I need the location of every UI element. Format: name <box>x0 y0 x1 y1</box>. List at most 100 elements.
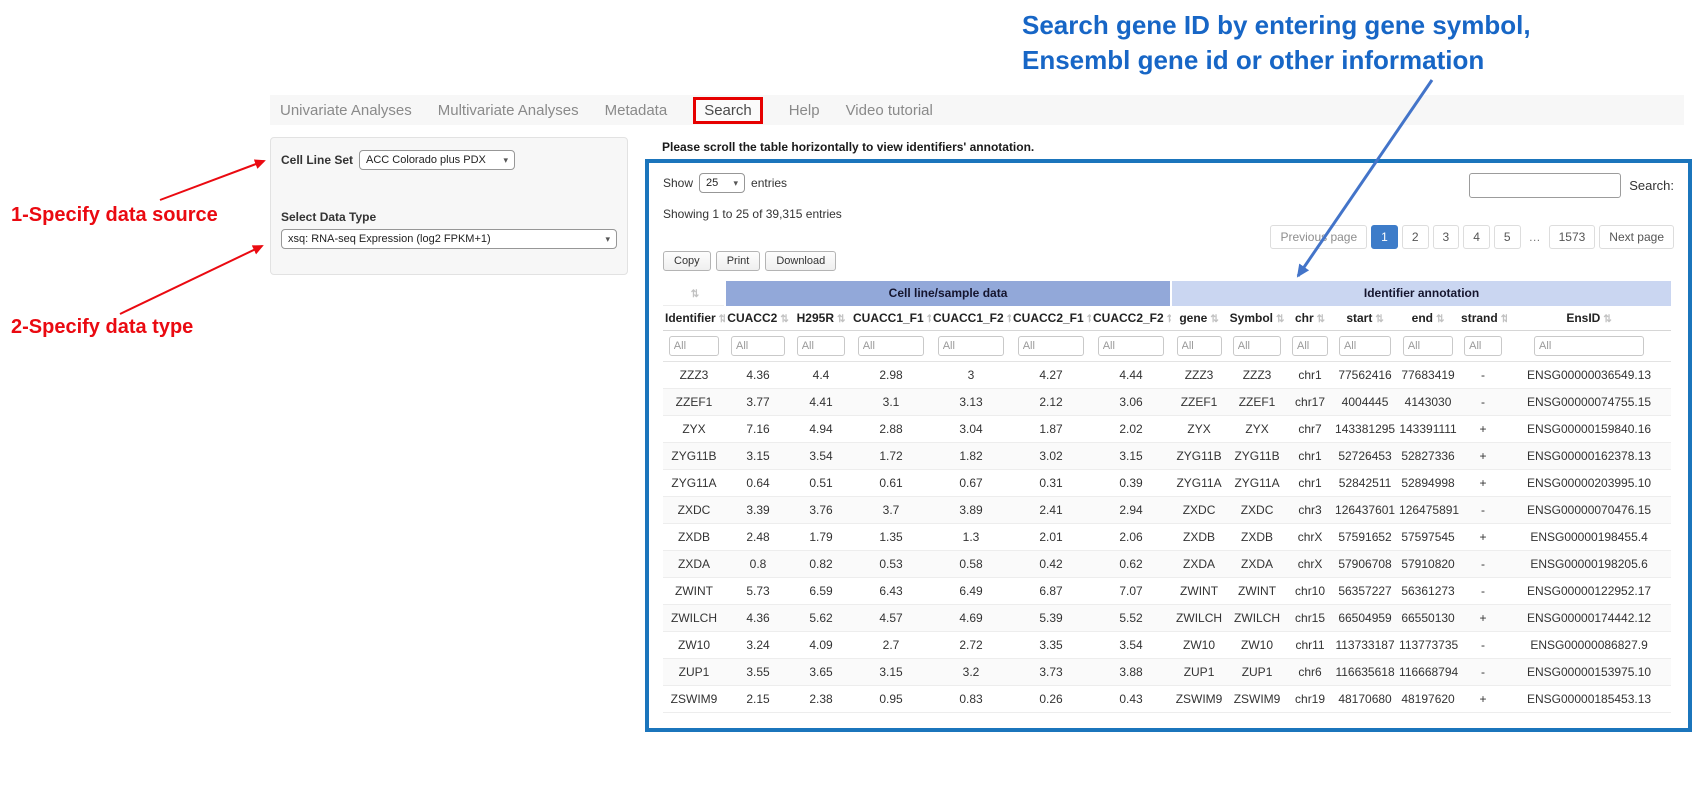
table-cell: ZYG11A <box>1227 470 1287 497</box>
table-cell: ENSG00000036549.13 <box>1507 362 1671 389</box>
table-cell: 3.88 <box>1091 659 1171 686</box>
previous-page-button[interactable]: Previous page <box>1270 225 1367 249</box>
filter-input-cuacc2[interactable] <box>731 336 785 356</box>
table-cell: 116668794 <box>1397 659 1459 686</box>
column-header-cuacc1-f1[interactable]: CUACC1_F1⇅ <box>851 306 931 331</box>
filter-input-symbol[interactable] <box>1233 336 1282 356</box>
filter-input-end[interactable] <box>1403 336 1453 356</box>
page-button-5[interactable]: 5 <box>1494 225 1521 249</box>
page-button-1[interactable]: 1 <box>1371 225 1398 249</box>
table-panel: Show 25 ▾ entries Search: Showing 1 to 2… <box>645 159 1692 732</box>
filter-input-ensid[interactable] <box>1534 336 1644 356</box>
filter-cell <box>1171 331 1227 362</box>
table-cell: ZYG11B <box>663 443 725 470</box>
export-buttons: CopyPrintDownload <box>663 251 1674 271</box>
filter-input-cuacc1-f2[interactable] <box>938 336 1005 356</box>
table-cell: ZYX <box>663 416 725 443</box>
table-cell: 3.15 <box>1091 443 1171 470</box>
table-cell: - <box>1459 578 1507 605</box>
table-cell: 0.61 <box>851 470 931 497</box>
sort-icon: ⇅ <box>1276 314 1284 325</box>
table-cell: + <box>1459 416 1507 443</box>
nav-item-help[interactable]: Help <box>789 102 820 119</box>
table-cell: 0.26 <box>1011 686 1091 713</box>
group-header-empty: ⇅ <box>663 281 725 306</box>
search-label: Search: <box>1629 178 1674 193</box>
table-cell: ZZZ3 <box>663 362 725 389</box>
column-header-ensid[interactable]: EnsID⇅ <box>1507 306 1671 331</box>
nav-item-search[interactable]: Search <box>693 97 763 124</box>
table-cell: chr17 <box>1287 389 1333 416</box>
nav-item-univariate-analyses[interactable]: Univariate Analyses <box>280 102 412 119</box>
sort-icon: ⇅ <box>1375 314 1383 325</box>
table-cell: ENSG00000074755.15 <box>1507 389 1671 416</box>
cell-line-set-select[interactable]: ACC Colorado plus PDX ▾ <box>359 150 515 170</box>
table-cell: 4004445 <box>1333 389 1397 416</box>
filter-input-cuacc2-f1[interactable] <box>1018 336 1085 356</box>
column-header-gene[interactable]: gene⇅ <box>1171 306 1227 331</box>
page-button-1573[interactable]: 1573 <box>1549 225 1596 249</box>
filter-input-start[interactable] <box>1339 336 1391 356</box>
filter-input-strand[interactable] <box>1464 336 1502 356</box>
column-header-h295r[interactable]: H295R⇅ <box>791 306 851 331</box>
filter-input-h295r[interactable] <box>797 336 846 356</box>
column-header-cuacc2-f1[interactable]: CUACC2_F1⇅ <box>1011 306 1091 331</box>
table-cell: 0.58 <box>931 551 1011 578</box>
column-header-start[interactable]: start⇅ <box>1333 306 1397 331</box>
column-header-strand[interactable]: strand⇅ <box>1459 306 1507 331</box>
filter-cell <box>1091 331 1171 362</box>
next-page-button[interactable]: Next page <box>1599 225 1674 249</box>
column-header-identifier[interactable]: Identifier⇅ <box>663 306 725 331</box>
table-cell: ENSG00000159840.16 <box>1507 416 1671 443</box>
filter-input-cuacc1-f1[interactable] <box>858 336 925 356</box>
page-button-4[interactable]: 4 <box>1463 225 1490 249</box>
table-row: ZWINT5.736.596.436.496.877.07ZWINTZWINTc… <box>663 578 1671 605</box>
table-cell: 3.13 <box>931 389 1011 416</box>
table-cell: ENSG00000198205.6 <box>1507 551 1671 578</box>
column-header-cuacc2-f2[interactable]: CUACC2_F2⇅ <box>1091 306 1171 331</box>
table-cell: 6.43 <box>851 578 931 605</box>
nav-item-metadata[interactable]: Metadata <box>605 102 668 119</box>
column-header-symbol[interactable]: Symbol⇅ <box>1227 306 1287 331</box>
table-cell: 3.2 <box>931 659 1011 686</box>
table-cell: 0.64 <box>725 470 791 497</box>
page-button-3[interactable]: 3 <box>1433 225 1460 249</box>
table-cell: ZSWIM9 <box>1227 686 1287 713</box>
filter-input-identifier[interactable] <box>669 336 719 356</box>
column-header-end[interactable]: end⇅ <box>1397 306 1459 331</box>
filter-input-cuacc2-f2[interactable] <box>1098 336 1165 356</box>
show-entries: Show 25 ▾ entries <box>663 173 787 193</box>
table-cell: + <box>1459 524 1507 551</box>
sort-icon: ⇅ <box>1317 314 1325 325</box>
page-ellipsis: … <box>1525 226 1545 248</box>
print-button[interactable]: Print <box>716 251 761 271</box>
table-cell: ZUP1 <box>1171 659 1227 686</box>
search-input[interactable] <box>1469 173 1621 198</box>
copy-button[interactable]: Copy <box>663 251 711 271</box>
table-cell: 77683419 <box>1397 362 1459 389</box>
nav-item-multivariate-analyses[interactable]: Multivariate Analyses <box>438 102 579 119</box>
red-arrow-step2 <box>120 246 262 314</box>
table-cell: 6.59 <box>791 578 851 605</box>
sort-icon: ⇅ <box>1603 314 1611 325</box>
column-header-cuacc2[interactable]: CUACC2⇅ <box>725 306 791 331</box>
page-length-select[interactable]: 25 ▾ <box>699 173 745 193</box>
filter-input-chr[interactable] <box>1292 336 1328 356</box>
data-type-select[interactable]: xsq: RNA-seq Expression (log2 FPKM+1) ▾ <box>281 229 617 249</box>
table-row: ZUP13.553.653.153.23.733.88ZUP1ZUP1chr61… <box>663 659 1671 686</box>
table-cell: 3.35 <box>1011 632 1091 659</box>
table-cell: 0.51 <box>791 470 851 497</box>
page-button-2[interactable]: 2 <box>1402 225 1429 249</box>
table-cell: chrX <box>1287 524 1333 551</box>
sort-icon[interactable]: ⇅ <box>691 289 699 300</box>
table-cell: ZZEF1 <box>663 389 725 416</box>
table-cell: 4.69 <box>931 605 1011 632</box>
column-header-cuacc1-f2[interactable]: CUACC1_F2⇅ <box>931 306 1011 331</box>
column-header-chr[interactable]: chr⇅ <box>1287 306 1333 331</box>
nav-item-video-tutorial[interactable]: Video tutorial <box>846 102 933 119</box>
table-cell: 52894998 <box>1397 470 1459 497</box>
table-cell: 5.62 <box>791 605 851 632</box>
table-cell: 52842511 <box>1333 470 1397 497</box>
filter-input-gene[interactable] <box>1177 336 1222 356</box>
download-button[interactable]: Download <box>765 251 836 271</box>
